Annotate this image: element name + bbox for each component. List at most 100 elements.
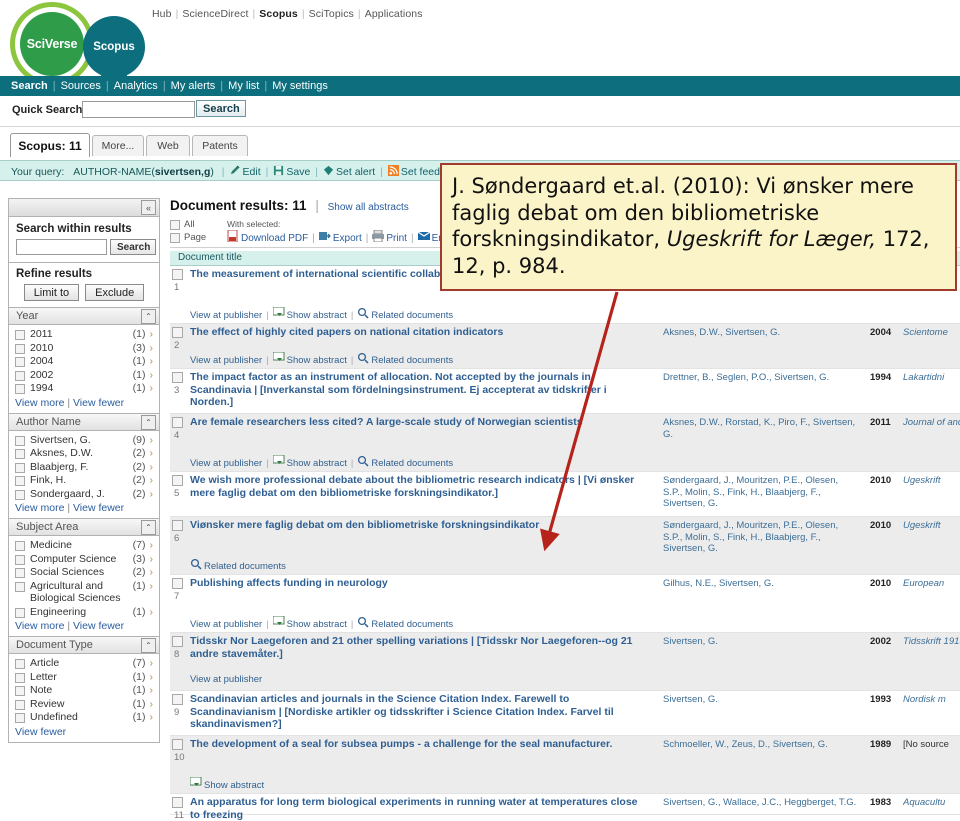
row-checkbox[interactable]	[172, 578, 183, 589]
exclude-button[interactable]: Exclude	[85, 284, 145, 301]
row-source-title[interactable]: Journal of and Techn	[903, 417, 960, 429]
row-checkbox[interactable]	[172, 520, 183, 531]
facet-collapse-icon[interactable]: ⌃	[141, 414, 156, 430]
facet-checkbox[interactable]	[15, 489, 25, 500]
show-all-abstracts-link[interactable]: Show all abstracts	[328, 202, 409, 213]
action-related-documents[interactable]: Related documents	[371, 619, 453, 630]
row-authors[interactable]: Søndergaard, J., Mouritzen, P.E., Olesen…	[663, 475, 858, 510]
top-link-scopus[interactable]: Scopus	[259, 8, 298, 20]
chevron-right-icon[interactable]: ›	[150, 447, 154, 460]
chevron-right-icon[interactable]: ›	[150, 474, 154, 487]
table-row[interactable]: 4 Are female researchers less cited? A la…	[170, 414, 960, 472]
row-authors[interactable]: Gilhus, N.E., Sivertsen, G.	[663, 578, 858, 590]
facet-checkbox[interactable]	[15, 357, 25, 367]
row-source-title[interactable]: Lakartidni	[903, 372, 960, 384]
chevron-right-icon[interactable]: ›	[150, 488, 154, 501]
nav-item-my-alerts[interactable]: My alerts	[171, 80, 216, 92]
facet-checkbox[interactable]	[15, 607, 25, 618]
document-title-link[interactable]: Are female researchers less cited? A lar…	[190, 416, 640, 429]
view-more-link[interactable]: View more	[15, 502, 64, 514]
quick-search-button[interactable]: Search	[196, 100, 246, 117]
facet-checkbox[interactable]	[15, 659, 25, 669]
row-authors[interactable]: Sivertsen, G.	[663, 636, 858, 648]
facet-checkbox[interactable]	[15, 554, 25, 565]
document-title-link[interactable]: The development of a seal for subsea pum…	[190, 738, 640, 751]
facet-item[interactable]: Agricultural and Biological Sciences (1) ›	[15, 580, 153, 605]
facet-item[interactable]: Sondergaard, J. (2) ›	[15, 488, 153, 501]
table-row[interactable]: 8 Tidsskr Nor Laegeforen and 21 other spe…	[170, 633, 960, 691]
chevron-right-icon[interactable]: ›	[150, 711, 154, 724]
table-row[interactable]: 9 Scandinavian articles and journals in t…	[170, 691, 960, 736]
chevron-right-icon[interactable]: ›	[150, 671, 154, 684]
table-row[interactable]: 2 The effect of highly cited papers on na…	[170, 324, 960, 369]
limit-to-button[interactable]: Limit to	[23, 284, 80, 301]
row-authors[interactable]: Søndergaard, J., Mouritzen, P.E., Olesen…	[663, 520, 858, 555]
nav-item-analytics[interactable]: Analytics	[114, 80, 158, 92]
chevron-right-icon[interactable]: ›	[150, 342, 154, 355]
row-source-title[interactable]: Scientome	[903, 327, 960, 339]
facet-collapse-icon[interactable]: ⌃	[141, 520, 156, 535]
action-related-documents[interactable]: Related documents	[371, 458, 453, 469]
facet-item[interactable]: Computer Science (3) ›	[15, 553, 153, 566]
action-related-documents[interactable]: Related documents	[204, 561, 286, 572]
view-more-link[interactable]: View more	[15, 620, 64, 632]
facet-item[interactable]: 2004 (1) ›	[15, 355, 153, 368]
action-show-abstract[interactable]: Show abstract	[204, 780, 264, 791]
facet-item[interactable]: Review (1) ›	[15, 698, 153, 711]
sidebar-collapse-bar[interactable]: «	[8, 198, 160, 217]
select-all-checkbox[interactable]	[170, 219, 180, 230]
search-within-input[interactable]	[16, 239, 107, 255]
row-checkbox[interactable]	[172, 797, 183, 808]
facet-item[interactable]: Medicine (7) ›	[15, 539, 153, 552]
row-checkbox[interactable]	[172, 636, 183, 647]
chevron-right-icon[interactable]: ›	[150, 580, 154, 593]
facet-checkbox[interactable]	[15, 435, 25, 446]
facet-checkbox[interactable]	[15, 541, 25, 551]
facet-item[interactable]: Engineering (1) ›	[15, 606, 153, 619]
row-checkbox[interactable]	[172, 739, 183, 750]
collapse-left-icon[interactable]: «	[141, 200, 156, 215]
facet-header-year[interactable]: Year ⌃	[8, 308, 160, 325]
tool-print[interactable]: Print	[386, 233, 407, 244]
facet-item[interactable]: Note (1) ›	[15, 684, 153, 697]
document-title-link[interactable]: Tidsskr Nor Laegeforen and 21 other spel…	[190, 635, 640, 660]
action-related-documents[interactable]: Related documents	[371, 310, 453, 321]
action-view-at-publisher[interactable]: View at publisher	[190, 310, 262, 321]
chevron-right-icon[interactable]: ›	[150, 657, 154, 670]
table-row[interactable]: 11 An apparatus for long term biological …	[170, 794, 960, 821]
top-link-sciencedirect[interactable]: ScienceDirect	[182, 8, 248, 20]
facet-item[interactable]: Letter (1) ›	[15, 671, 153, 684]
query-action-save[interactable]: Save	[286, 166, 310, 178]
chevron-right-icon[interactable]: ›	[150, 606, 154, 619]
facet-item[interactable]: 2010 (3) ›	[15, 342, 153, 355]
chevron-right-icon[interactable]: ›	[150, 328, 154, 341]
chevron-right-icon[interactable]: ›	[150, 461, 154, 474]
chevron-right-icon[interactable]: ›	[150, 566, 154, 579]
facet-item[interactable]: Social Sciences (2) ›	[15, 566, 153, 579]
view-fewer-link[interactable]: View fewer	[15, 726, 66, 738]
document-title-link[interactable]: Publishing affects funding in neurology	[190, 577, 640, 590]
table-row[interactable]: 5 We wish more professional debate about …	[170, 472, 960, 517]
facet-item[interactable]: Aksnes, D.W. (2) ›	[15, 447, 153, 460]
query-action-set-feed[interactable]: Set feed	[401, 166, 440, 178]
row-source-title[interactable]: Nordisk m	[903, 694, 960, 706]
facet-checkbox[interactable]	[15, 343, 25, 354]
row-authors[interactable]: Drettner, B., Seglen, P.O., Sivertsen, G…	[663, 372, 858, 384]
action-related-documents[interactable]: Related documents	[371, 355, 453, 366]
tool-download-pdf[interactable]: Download PDF	[241, 233, 308, 244]
query-action-edit[interactable]: Edit	[243, 166, 261, 178]
document-title-link[interactable]: We wish more professional debate about t…	[190, 474, 640, 499]
document-title-link[interactable]: Scandinavian articles and journals in th…	[190, 693, 640, 731]
view-more-link[interactable]: View more	[15, 397, 64, 409]
row-checkbox[interactable]	[172, 417, 183, 428]
view-fewer-link[interactable]: View fewer	[73, 502, 124, 514]
row-checkbox[interactable]	[172, 694, 183, 705]
facet-item[interactable]: 2011 (1) ›	[15, 328, 153, 341]
facet-item[interactable]: 2002 (1) ›	[15, 369, 153, 382]
facet-view-toggle[interactable]: View fewer	[15, 726, 153, 738]
row-authors[interactable]: Aksnes, D.W., Sivertsen, G.	[663, 327, 858, 339]
document-title-link[interactable]: Viønsker mere faglig debat om den biblio…	[190, 519, 640, 532]
facet-item[interactable]: 1994 (1) ›	[15, 382, 153, 395]
select-page-checkbox[interactable]	[170, 232, 180, 243]
document-title-link[interactable]: The impact factor as an instrument of al…	[190, 371, 640, 409]
